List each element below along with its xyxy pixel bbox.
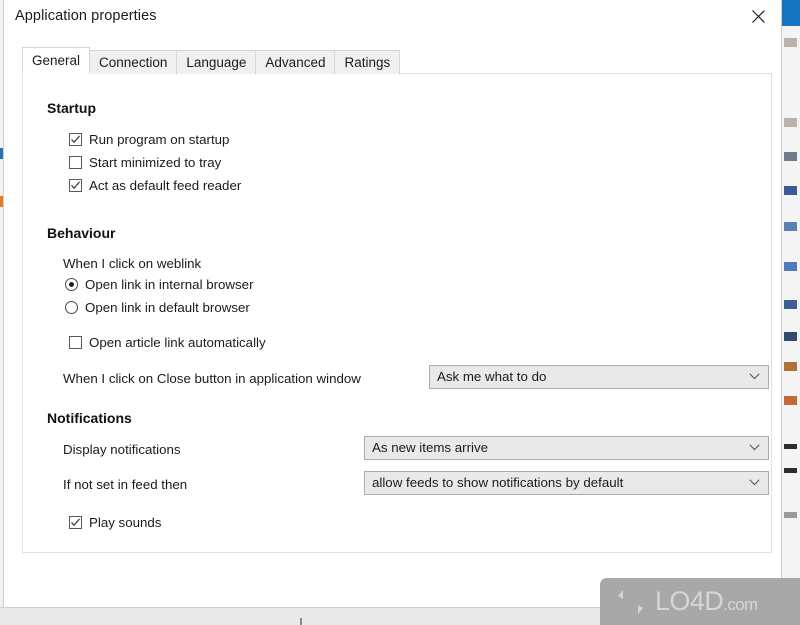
fallback-notifications-label: If not set in feed then <box>63 477 188 492</box>
radio-label: Open link in default browser <box>85 300 250 315</box>
background-list-row <box>784 444 797 449</box>
checkbox-play-sounds[interactable]: Play sounds <box>69 515 161 530</box>
radio-button <box>65 278 78 291</box>
checkbox-default-feed-reader[interactable]: Act as default feed reader <box>69 178 241 193</box>
dropdown-display-notifications[interactable]: As new items arrive <box>364 436 769 460</box>
radio-button <box>65 301 78 314</box>
checkbox-label: Run program on startup <box>89 132 230 147</box>
background-list-row <box>784 300 797 309</box>
close-button-behaviour-label: When I click on Close button in applicat… <box>63 371 361 386</box>
general-tab-panel: Startup Run program on startup Start min… <box>22 73 772 553</box>
checkbox-label: Start minimized to tray <box>89 155 222 170</box>
watermark-suffix: .com <box>723 595 758 614</box>
watermark-text: LO4D.com <box>655 588 758 615</box>
section-heading-startup: Startup <box>47 100 96 116</box>
tab-strip: General Connection Language Advanced Rat… <box>22 47 401 74</box>
background-list-row <box>784 512 797 518</box>
tab-connection[interactable]: Connection <box>89 50 178 74</box>
checkbox-box <box>69 133 82 146</box>
radio-open-default-browser[interactable]: Open link in default browser <box>65 300 250 315</box>
checkbox-start-minimized[interactable]: Start minimized to tray <box>69 155 221 170</box>
background-list-row <box>784 222 797 231</box>
section-heading-notifications: Notifications <box>47 410 132 426</box>
background-window-right-sliver <box>781 0 800 608</box>
radio-label: Open link in internal browser <box>85 277 254 292</box>
background-list-row <box>784 468 797 473</box>
background-list-row <box>784 118 797 127</box>
checkbox-run-on-startup[interactable]: Run program on startup <box>69 132 229 147</box>
checkbox-box <box>69 516 82 529</box>
weblink-label: When I click on weblink <box>63 256 202 271</box>
tab-general[interactable]: General <box>22 47 91 74</box>
background-list-row <box>784 396 797 405</box>
dialog-titlebar: Application properties <box>4 0 781 35</box>
check-icon <box>71 135 80 144</box>
dialog-title: Application properties <box>15 8 157 24</box>
tab-advanced[interactable]: Advanced <box>255 50 336 74</box>
dropdown-value: allow feeds to show notifications by def… <box>372 475 624 490</box>
checkbox-box <box>69 336 82 349</box>
close-icon[interactable] <box>735 0 781 32</box>
background-list-row <box>784 262 797 271</box>
background-list-row <box>784 186 797 195</box>
dropdown-value: Ask me what to do <box>437 369 547 384</box>
chevron-down-icon <box>749 444 760 451</box>
checkbox-box <box>69 179 82 192</box>
checkbox-label: Act as default feed reader <box>89 178 242 193</box>
dropdown-fallback-notifications[interactable]: allow feeds to show notifications by def… <box>364 471 769 495</box>
background-list-row <box>784 38 797 47</box>
taskbar-tick <box>300 618 302 625</box>
close-glyph <box>751 9 765 23</box>
tab-language[interactable]: Language <box>176 50 257 74</box>
dropdown-close-button-action[interactable]: Ask me what to do <box>429 365 769 389</box>
background-list-row <box>784 332 797 341</box>
tab-ratings[interactable]: Ratings <box>334 50 401 74</box>
radio-open-internal-browser[interactable]: Open link in internal browser <box>65 277 254 292</box>
checkbox-label: Open article link automatically <box>89 335 266 350</box>
background-list-row <box>784 362 797 371</box>
check-icon <box>71 181 80 190</box>
background-list-row <box>784 152 797 161</box>
checkbox-label: Play sounds <box>89 515 162 530</box>
refresh-arrows-icon <box>618 589 643 614</box>
dropdown-value: As new items arrive <box>372 440 489 455</box>
checkbox-box <box>69 156 82 169</box>
section-heading-behaviour: Behaviour <box>47 225 116 241</box>
screen: Application properties General Connectio… <box>0 0 800 625</box>
application-properties-dialog: Application properties General Connectio… <box>3 0 782 608</box>
background-window-titlebar <box>782 0 800 26</box>
lo4d-watermark: LO4D.com <box>600 578 800 625</box>
checkbox-open-article-link-automatically[interactable]: Open article link automatically <box>69 335 266 350</box>
chevron-down-icon <box>749 373 760 380</box>
chevron-down-icon <box>749 479 760 486</box>
check-icon <box>71 518 80 527</box>
display-notifications-label: Display notifications <box>63 442 181 457</box>
watermark-brand: LO4D <box>655 586 724 616</box>
